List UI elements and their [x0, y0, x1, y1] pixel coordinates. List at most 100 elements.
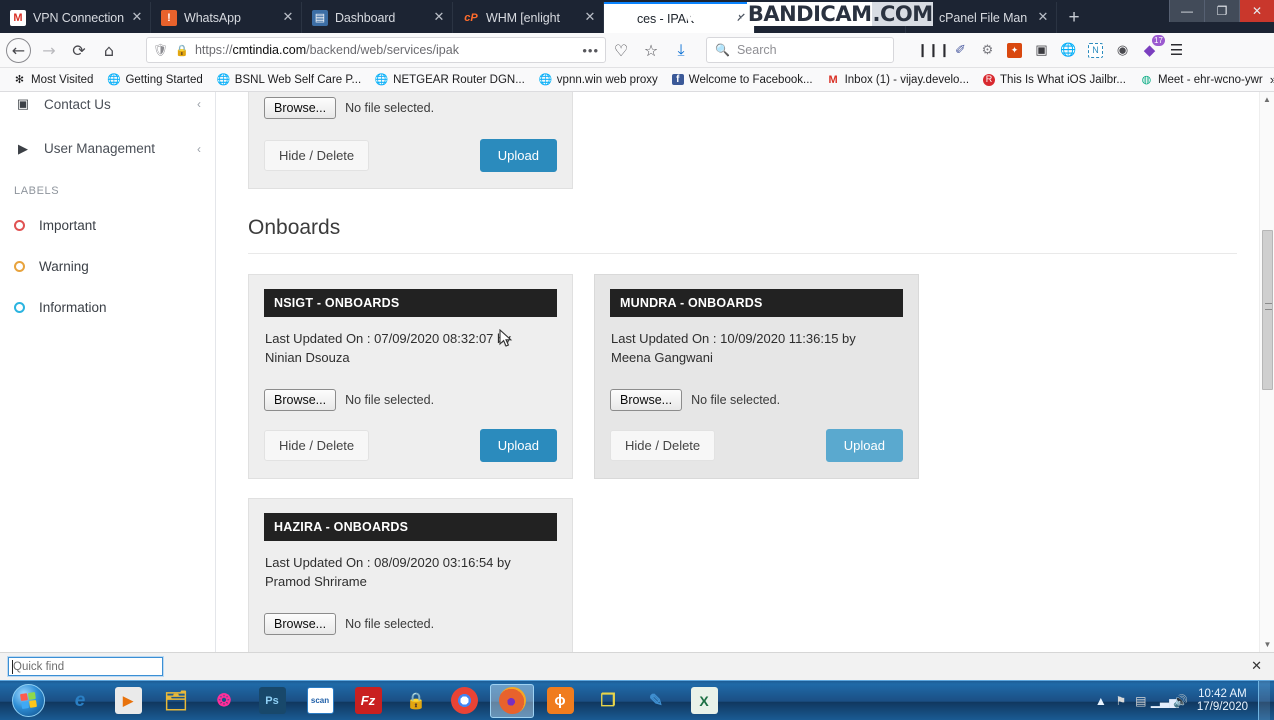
- taskbar-google-chrome[interactable]: [442, 684, 486, 718]
- taskbar-filezilla[interactable]: Fz: [346, 684, 390, 718]
- taskbar-hotspot-shield[interactable]: ❂: [202, 684, 246, 718]
- tab-whatsapp[interactable]: ! WhatsApp ✕: [151, 2, 302, 33]
- sidebar-label-information[interactable]: Information: [0, 287, 215, 328]
- library-icon[interactable]: ❙❙❙: [917, 37, 950, 63]
- reload-icon[interactable]: ⟳: [64, 36, 94, 64]
- red-circle-icon: R: [983, 73, 996, 86]
- download-icon[interactable]: ⤓: [666, 36, 696, 64]
- bookmark-most-visited[interactable]: ✻ Most Visited: [6, 73, 100, 87]
- back-icon[interactable]: ←: [6, 37, 31, 63]
- clock[interactable]: 10:42 AM 17/9/2020: [1191, 688, 1256, 714]
- close-findbar-icon[interactable]: ✕: [1251, 659, 1266, 674]
- page-actions-icon[interactable]: •••: [582, 43, 599, 58]
- globe-extension-icon[interactable]: 🌐: [1055, 37, 1082, 63]
- taskbar-paint[interactable]: ✎: [634, 684, 678, 718]
- address-bar[interactable]: 🛡 🔒 https://cmtindia.com/backend/web/ser…: [146, 37, 606, 63]
- quick-find-input[interactable]: Quick find: [8, 657, 163, 676]
- bookmark-meet[interactable]: ◍ Meet - ehr-wcno-ywr: [1133, 73, 1270, 87]
- upload-button[interactable]: Upload: [479, 429, 557, 462]
- tab-dashboard[interactable]: ▤ Dashboard ✕: [302, 2, 453, 33]
- maximize-button[interactable]: ❐: [1204, 0, 1239, 22]
- card-last-updated: Last Updated On : 10/09/2020 11:36:15 by…: [611, 331, 856, 365]
- browse-button[interactable]: Browse...: [264, 613, 337, 635]
- hide-delete-button[interactable]: Hide / Delete: [610, 430, 716, 461]
- close-icon[interactable]: ✕: [581, 10, 599, 25]
- purple-extension-icon[interactable]: ◆ 17: [1136, 35, 1165, 63]
- url-path: /backend/web/services/ipak: [306, 43, 459, 57]
- security-flag-icon[interactable]: ⚑: [1111, 694, 1131, 708]
- sidebar-label-important[interactable]: Important: [0, 205, 215, 246]
- close-icon[interactable]: ✕: [128, 10, 146, 25]
- taskbar-photoshop[interactable]: Ps: [250, 684, 294, 718]
- browse-button[interactable]: Browse...: [264, 389, 337, 411]
- gear-extension-icon[interactable]: ⚙: [974, 37, 1001, 63]
- bookmark-label: Meet - ehr-wcno-ywr: [1157, 73, 1263, 86]
- window-close-button[interactable]: ✕: [1239, 0, 1274, 22]
- bookmark-vpnn-win[interactable]: 🌐 vpnn.win web proxy: [532, 73, 665, 87]
- sidebar-item-label: User Management: [44, 141, 156, 156]
- sidebar-item-user-management[interactable]: ▶ User Management ‹: [0, 128, 215, 169]
- bookmarks-overflow-icon[interactable]: »: [1270, 72, 1274, 87]
- bookmark-getting-started[interactable]: 🌐 Getting Started: [100, 73, 209, 87]
- taskbar-sticky-notes[interactable]: ❐: [586, 684, 630, 718]
- show-desktop-button[interactable]: [1258, 680, 1270, 720]
- star-icon: ✻: [14, 74, 25, 86]
- sidebar-item-contact-us[interactable]: ▣ Contact Us ‹: [0, 92, 215, 120]
- notes-extension-icon[interactable]: N: [1082, 37, 1109, 63]
- close-icon[interactable]: ✕: [1034, 10, 1052, 25]
- minimize-button[interactable]: —: [1169, 0, 1204, 22]
- account-icon[interactable]: ◉: [1109, 37, 1136, 63]
- bookmark-label: Welcome to Facebook...: [688, 73, 813, 86]
- taskbar-windows-media-player[interactable]: ▶: [106, 684, 150, 718]
- page-scrollbar[interactable]: ▲ ▼: [1259, 92, 1274, 652]
- search-box[interactable]: 🔍 Search: [706, 37, 894, 63]
- upload-button[interactable]: Upload: [825, 429, 903, 462]
- orange-extension-icon[interactable]: ✦: [1001, 37, 1028, 63]
- bookmark-netgear[interactable]: 🌐 NETGEAR Router DGN...: [368, 73, 532, 87]
- scroll-up-icon[interactable]: ▲: [1260, 92, 1274, 107]
- taskbar-file-explorer[interactable]: 🗂: [154, 684, 198, 718]
- globe-icon: 🌐: [374, 74, 389, 86]
- bookmark-gmail-inbox[interactable]: M Inbox (1) - vijay.develo...: [820, 74, 976, 86]
- taskbar-firefox[interactable]: [490, 683, 534, 718]
- sidebar-label-text: Important: [39, 218, 97, 233]
- browse-button[interactable]: Browse...: [264, 97, 337, 119]
- taskbar-excel[interactable]: X: [682, 684, 726, 718]
- browse-button[interactable]: Browse...: [610, 389, 683, 411]
- volume-icon[interactable]: 🔊: [1171, 694, 1191, 708]
- taskbar-scanfs[interactable]: scan: [298, 684, 342, 718]
- bookmark-ios-jailbreak[interactable]: R This Is What iOS Jailbr...: [976, 73, 1133, 86]
- url-scheme: https://: [194, 43, 233, 57]
- hide-delete-button[interactable]: Hide / Delete: [264, 430, 370, 461]
- upload-button[interactable]: Upload: [479, 139, 557, 172]
- menu-icon[interactable]: ☰: [1163, 37, 1190, 63]
- taskbar-internet-explorer[interactable]: e: [58, 684, 102, 718]
- network-icon[interactable]: ▁▃▅: [1151, 694, 1179, 708]
- pocket-icon[interactable]: ♡: [606, 36, 636, 64]
- close-icon[interactable]: ✕: [430, 10, 448, 25]
- new-tab-button[interactable]: +: [1057, 2, 1091, 33]
- taskbar-xampp[interactable]: ɸ: [538, 684, 582, 718]
- bookmark-bsnl[interactable]: 🌐 BSNL Web Self Care P...: [210, 73, 368, 87]
- bandicam-watermark: www.BANDICAM.COM: [684, 2, 933, 26]
- bookmark-star-icon[interactable]: ☆: [636, 36, 666, 64]
- hide-delete-button[interactable]: Hide / Delete: [264, 140, 370, 171]
- tray-overflow-icon[interactable]: ▲: [1091, 694, 1111, 708]
- forward-icon[interactable]: →: [34, 36, 64, 64]
- eyedropper-icon[interactable]: ✐: [947, 37, 974, 63]
- bookmark-facebook[interactable]: f Welcome to Facebook...: [665, 74, 820, 86]
- taskbar-secure-lock[interactable]: 🔒: [394, 684, 438, 718]
- scrollbar-thumb[interactable]: [1262, 230, 1273, 390]
- tab-vpn-connection[interactable]: M VPN Connection ✕: [0, 2, 151, 33]
- home-icon[interactable]: ⌂: [94, 36, 124, 64]
- close-icon[interactable]: ✕: [279, 10, 297, 25]
- system-tray: ▲ ⚑ ▤ ▁▃▅ 🔊 10:42 AM 17/9/2020: [1091, 680, 1274, 720]
- sidebar-label-warning[interactable]: Warning: [0, 246, 215, 287]
- file-row: Browse... No file selected.: [264, 97, 557, 119]
- start-button[interactable]: [2, 682, 54, 720]
- tab-whm[interactable]: cP WHM [enlight ✕: [453, 2, 604, 33]
- book-extension-icon[interactable]: ▣: [1028, 37, 1055, 63]
- scroll-down-icon[interactable]: ▼: [1260, 637, 1274, 652]
- action-center-icon[interactable]: ▤: [1131, 694, 1151, 708]
- clock-date: 17/9/2020: [1196, 700, 1248, 713]
